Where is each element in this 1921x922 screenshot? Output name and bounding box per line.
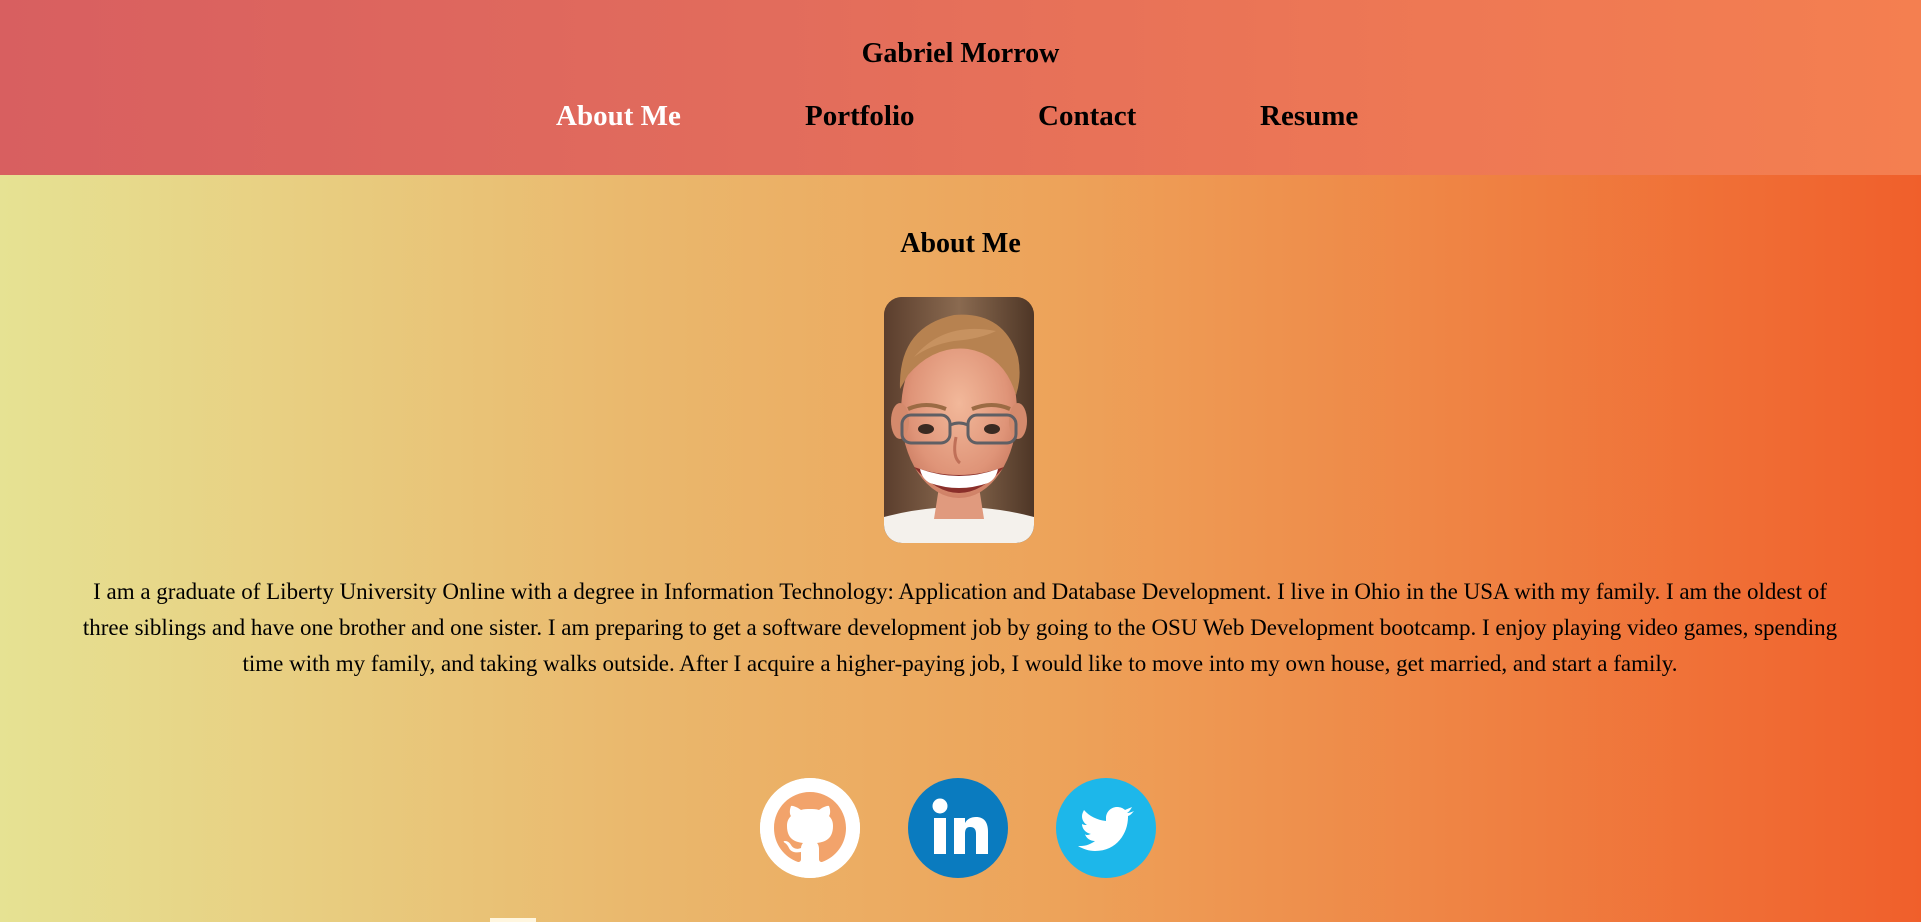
section-title: About Me bbox=[900, 228, 1021, 259]
bio-paragraph: I am a graduate of Liberty University On… bbox=[82, 579, 1838, 676]
twitter-link[interactable] bbox=[1056, 778, 1156, 878]
nav-link-resume[interactable]: Resume bbox=[1260, 96, 1358, 136]
nav-link-about-me[interactable]: About Me bbox=[556, 96, 681, 136]
profile-photo bbox=[884, 297, 1034, 543]
linkedin-link[interactable] bbox=[908, 778, 1008, 878]
nav-link-portfolio[interactable]: Portfolio bbox=[805, 96, 915, 136]
profile-photo-illustration bbox=[884, 297, 1034, 543]
site-header: Gabriel Morrow About Me Portfolio Contac… bbox=[0, 0, 1921, 175]
twitter-icon bbox=[1056, 778, 1156, 878]
main-nav: About Me Portfolio Contact Resume bbox=[0, 96, 1921, 140]
linkedin-icon bbox=[908, 778, 1008, 878]
github-link[interactable] bbox=[760, 778, 860, 878]
site-title: Gabriel Morrow bbox=[861, 38, 1060, 69]
bottom-edge-mark bbox=[490, 918, 536, 922]
nav-link-contact[interactable]: Contact bbox=[1038, 96, 1136, 136]
github-icon bbox=[760, 778, 860, 878]
